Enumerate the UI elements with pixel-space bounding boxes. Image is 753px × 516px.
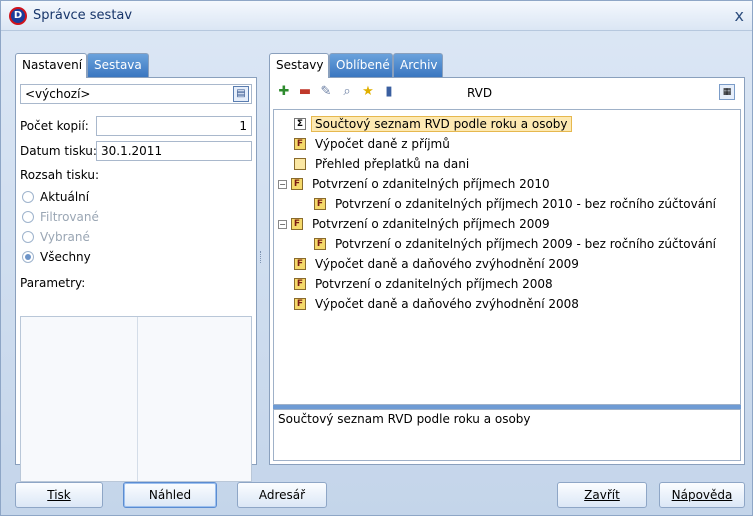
radio-selected-button [22,231,34,243]
print-range-label: Rozsah tisku: [20,168,99,182]
help-button[interactable]: Nápověda [659,482,745,508]
edit-report-icon[interactable]: ✎ [317,83,335,101]
tree-row-label: Potvrzení o zdanitelných příjmech 2009 -… [335,237,717,251]
tree-row-label: Potvrzení o zdanitelných příjmech 2009 [312,217,550,231]
tree-row[interactable]: F Výpočet daně a daňového zvýhodnění 2008 [294,294,583,314]
tree-row[interactable]: F Přehled přeplatků na dani [294,154,473,174]
report-group-label: RVD [467,86,493,100]
parameters-label: Parametry: [20,276,86,290]
delete-report-icon[interactable]: ▬ [296,83,314,101]
report-file-icon: F [291,178,303,190]
tree-row-label: Potvrzení o zdanitelných příjmech 2008 [315,277,553,291]
window-title: Správce sestav [33,8,133,23]
radio-current-label: Aktuální [40,190,90,204]
report-manager-window: D Správce sestav x Nastavení Sestava <vý… [0,0,753,516]
preset-select[interactable]: <výchozí> ▤ [20,84,252,104]
tree-row[interactable]: F Potvrzení o zdanitelných příjmech 2009 … [314,234,720,254]
report-file-icon: F [294,158,306,170]
print-button[interactable]: Tisk [15,482,103,508]
radio-all-button[interactable] [22,251,34,263]
report-file-icon: F [294,258,306,270]
preset-value: <výchozí> [25,87,91,101]
copies-label: Počet kopií: [20,119,89,133]
tree-row-label: Součtový seznam RVD podle roku a osoby [311,116,572,132]
radio-selected-label: Vybrané [40,230,90,244]
tree-row-label: Výpočet daně a daňového zvýhodnění 2008 [315,297,579,311]
settings-body: <výchozí> ▤ Počet kopií: Datum tisku: Ro… [15,77,257,482]
app-logo-icon: D [9,7,27,25]
help-button-label: Nápověda [671,488,733,502]
favorite-star-icon[interactable]: ★ [359,83,377,101]
report-file-icon: F [294,298,306,310]
preset-browse-icon[interactable]: ▤ [233,86,249,102]
print-date-input[interactable] [96,141,252,161]
report-file-icon: F [291,218,303,230]
tree-row[interactable]: Σ Součtový seznam RVD podle roku a osoby [294,114,572,134]
reports-panel: Sestavy Oblíbené Archiv ✚ ▬ ✎ ⌕ ★ ▮ RVD … [269,53,745,465]
parameters-grid[interactable] [20,316,252,482]
panel-splitter[interactable] [260,251,263,263]
report-file-icon: F [294,278,306,290]
tab-reports[interactable]: Sestavy [269,53,329,78]
copies-input[interactable] [96,116,252,136]
tree-row[interactable]: − F Potvrzení o zdanitelných příjmech 2010 [278,174,554,194]
report-file-icon: F [294,138,306,150]
close-window-button[interactable]: x [735,6,744,25]
parameters-grid-divider [137,317,138,481]
radio-filtered: Filtrované [22,208,99,226]
report-file-icon: F [314,238,326,250]
collapse-toggle-icon[interactable]: − [278,179,287,189]
title-bar: D Správce sestav x [1,1,752,31]
reports-toolbar: ✚ ▬ ✎ ⌕ ★ ▮ [275,81,401,103]
report-info-icon[interactable]: ▮ [380,83,398,101]
tree-row[interactable]: − F Potvrzení o zdanitelných příjmech 2009 [278,214,554,234]
tab-settings[interactable]: Nastavení [15,53,87,78]
tree-row[interactable]: F Výpočet daně a daňového zvýhodnění 2009 [294,254,583,274]
tree-row-label: Výpočet daně a daňového zvýhodnění 2009 [315,257,579,271]
tree-row[interactable]: F Potvrzení o zdanitelných příjmech 2010 … [314,194,720,214]
sum-report-icon: Σ [294,118,306,130]
settings-panel: Nastavení Sestava <výchozí> ▤ Počet kopi… [15,53,257,482]
tree-row[interactable]: F Potvrzení o zdanitelných příjmech 2008 [294,274,557,294]
radio-all[interactable]: Všechny [22,248,91,266]
radio-filtered-label: Filtrované [40,210,99,224]
tree-row-label: Přehled přeplatků na dani [315,157,470,171]
folder-button[interactable]: Adresář [237,482,327,508]
radio-selected: Vybrané [22,228,90,246]
tree-row-label: Výpočet daně z příjmů [315,137,450,151]
report-file-icon: F [314,198,326,210]
tab-archive[interactable]: Archiv [393,53,443,77]
add-report-icon[interactable]: ✚ [275,83,293,101]
tree-row[interactable]: F Výpočet daně z příjmů [294,134,454,154]
preview-report-icon[interactable]: ⌕ [338,83,356,101]
preview-button[interactable]: Náhled [123,482,217,508]
toolbar-options-icon[interactable]: ▦ [719,84,735,100]
print-date-label: Datum tisku: [20,144,97,158]
radio-current-button[interactable] [22,191,34,203]
print-button-label: Tisk [47,488,71,502]
collapse-toggle-icon[interactable]: − [278,219,287,229]
radio-filtered-button [22,211,34,223]
close-button[interactable]: Zavřít [557,482,647,508]
report-tree[interactable]: Σ Součtový seznam RVD podle roku a osoby F… [273,109,741,405]
radio-all-label: Všechny [40,250,91,264]
tab-report[interactable]: Sestava [87,53,149,77]
report-description: Součtový seznam RVD podle roku a osoby [273,409,741,461]
tab-favorites[interactable]: Oblíbené [329,53,393,77]
folder-button-label: Adresář [258,488,306,502]
radio-current[interactable]: Aktuální [22,188,89,206]
tree-row-label: Potvrzení o zdanitelných příjmech 2010 [312,177,550,191]
preview-button-label: Náhled [148,488,192,502]
tree-row-label: Potvrzení o zdanitelných příjmech 2010 -… [335,197,717,211]
close-button-label: Zavřít [584,488,620,502]
